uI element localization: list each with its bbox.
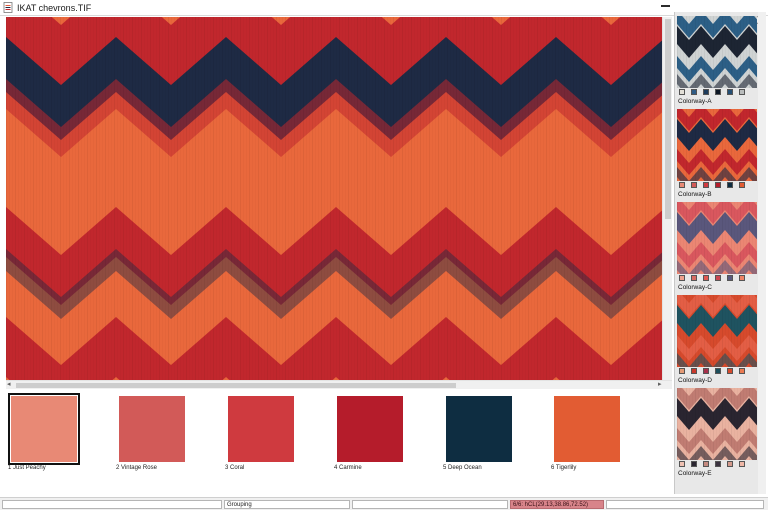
swatch-label: 6 Tigerlily <box>551 465 577 471</box>
status-color-readout: 6/6: hCL(29.13,38.86,72.52) <box>510 500 604 509</box>
color-chip[interactable] <box>727 275 733 281</box>
color-chip[interactable] <box>691 89 697 95</box>
color-chip[interactable] <box>727 89 733 95</box>
color-chip[interactable] <box>703 461 709 467</box>
color-chip[interactable] <box>691 182 697 188</box>
scroll-left-arrow-icon[interactable]: ◂ <box>7 381 11 389</box>
color-chip[interactable] <box>739 275 745 281</box>
color-chip[interactable] <box>739 368 745 374</box>
color-palette: 1 Just Peachy 2 Vintage Rose 3 Coral 4 C… <box>6 390 672 478</box>
color-chip[interactable] <box>703 368 709 374</box>
swatch-label: 3 Coral <box>225 465 245 471</box>
color-chip[interactable] <box>715 368 721 374</box>
color-chip[interactable] <box>679 461 685 467</box>
ikat-chevron-pattern <box>6 17 662 380</box>
colorway-label: Colorway-B <box>678 191 712 198</box>
swatch-label: 4 Carmine <box>334 465 362 471</box>
status-field-empty <box>2 500 222 509</box>
color-chip[interactable] <box>691 461 697 467</box>
status-field-empty-3 <box>606 500 764 509</box>
color-chip[interactable] <box>739 461 745 467</box>
colorway-e-tile[interactable]: Colorway-E <box>677 388 757 478</box>
colorway-label: Colorway-D <box>678 377 712 384</box>
swatch-just-peachy[interactable] <box>8 393 80 465</box>
colorway-a-chips <box>677 89 757 97</box>
horizontal-scrollbar[interactable]: ◂ ▸ <box>6 380 672 389</box>
colorway-b-thumbnail <box>677 109 757 181</box>
color-chip[interactable] <box>715 461 721 467</box>
colorway-e-chips <box>677 461 757 469</box>
color-chip[interactable] <box>715 89 721 95</box>
colorway-d-thumbnail <box>677 295 757 367</box>
swatch-tigerlily[interactable] <box>554 396 620 462</box>
color-chip[interactable] <box>703 275 709 281</box>
swatch-deep-ocean[interactable] <box>446 396 512 462</box>
color-chip[interactable] <box>703 89 709 95</box>
colorway-c-tile[interactable]: Colorway-C <box>677 202 757 292</box>
color-chip[interactable] <box>679 182 685 188</box>
swatch-vintage-rose[interactable] <box>119 396 185 462</box>
status-field-empty-2 <box>352 500 508 509</box>
color-chip[interactable] <box>715 275 721 281</box>
swatch-label: 5 Deep Ocean <box>443 465 482 471</box>
color-chip[interactable] <box>739 89 745 95</box>
color-chip[interactable] <box>715 182 721 188</box>
title-bar: IKAT chevrons.TIF <box>0 0 768 16</box>
fabric-canvas[interactable] <box>6 17 662 380</box>
color-chip[interactable] <box>727 182 733 188</box>
colorway-b-chips <box>677 182 757 190</box>
window-title: IKAT chevrons.TIF <box>17 3 92 13</box>
colorway-a-thumbnail <box>677 16 757 88</box>
color-chip[interactable] <box>679 275 685 281</box>
swatch-coral[interactable] <box>228 396 294 462</box>
colorway-label: Colorway-A <box>678 98 712 105</box>
color-chip[interactable] <box>727 461 733 467</box>
color-chip[interactable] <box>703 182 709 188</box>
vertical-scroll-thumb[interactable] <box>665 19 671 219</box>
color-chip[interactable] <box>679 368 685 374</box>
scroll-right-arrow-icon[interactable]: ▸ <box>658 381 662 389</box>
colorway-d-tile[interactable]: Colorway-D <box>677 295 757 385</box>
color-chip[interactable] <box>691 368 697 374</box>
horizontal-scroll-thumb[interactable] <box>16 383 456 388</box>
color-chip[interactable] <box>739 182 745 188</box>
colorway-a-tile[interactable]: Colorway-A <box>677 16 757 106</box>
color-chip[interactable] <box>679 89 685 95</box>
color-chip[interactable] <box>727 368 733 374</box>
colorway-d-chips <box>677 368 757 376</box>
swatch-label: 1 Just Peachy <box>8 465 46 471</box>
vertical-scrollbar[interactable] <box>662 17 672 380</box>
swatch-carmine[interactable] <box>337 396 403 462</box>
colorway-b-tile[interactable]: Colorway-B <box>677 109 757 199</box>
color-chip[interactable] <box>691 275 697 281</box>
colorway-c-chips <box>677 275 757 283</box>
colorway-e-thumbnail <box>677 388 757 460</box>
status-grouping: Grouping <box>224 500 350 509</box>
colorway-scrollbar[interactable] <box>758 12 766 494</box>
minimize-button[interactable] <box>661 5 670 7</box>
colorway-label: Colorway-E <box>678 470 712 477</box>
colorway-label: Colorway-C <box>678 284 712 291</box>
status-bar: Grouping 6/6: hCL(29.13,38.86,72.52) <box>0 497 768 510</box>
document-icon <box>3 2 13 13</box>
colorway-panel: Colorway-A Colorway-B Colorway-C Colorwa… <box>674 12 759 494</box>
swatch-label: 2 Vintage Rose <box>116 465 157 471</box>
colorway-c-thumbnail <box>677 202 757 274</box>
